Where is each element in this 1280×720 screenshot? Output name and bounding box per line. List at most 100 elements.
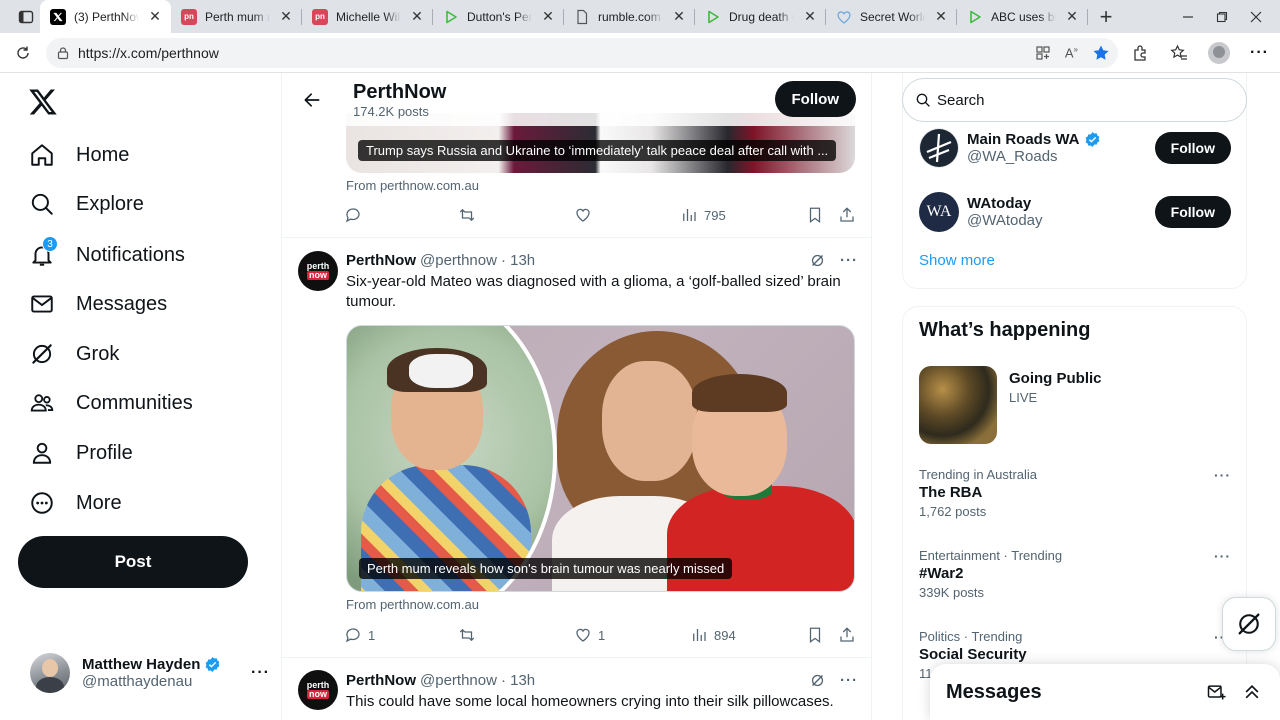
x-logo-icon[interactable] — [28, 87, 58, 117]
nav-home[interactable]: Home — [28, 133, 129, 177]
bookmark-icon[interactable] — [806, 206, 824, 224]
nav-grok[interactable]: Grok — [28, 332, 119, 376]
tab-actions-icon[interactable] — [12, 3, 40, 31]
url-field[interactable]: https://x.com/perthnow A» — [46, 37, 1118, 68]
search-input[interactable]: Search — [902, 78, 1247, 122]
tweet-time[interactable]: · 13h — [501, 672, 535, 689]
browser-tab[interactable]: rumble.com ✕ — [564, 0, 695, 33]
views-chart-icon — [693, 629, 706, 641]
avatar[interactable]: perth now — [298, 670, 338, 710]
nav-more[interactable]: More — [28, 481, 122, 525]
browser-tab[interactable]: Secret World ✕ — [826, 0, 957, 33]
follow-suggestion[interactable]: Main Roads WA @WA_Roads Follow — [919, 126, 1231, 170]
media-caption: Trump says Russia and Ukraine to ‘immedi… — [358, 140, 837, 161]
reply-button[interactable] — [344, 206, 458, 224]
follow-button[interactable]: Follow — [774, 81, 856, 117]
more-icon[interactable]: ··· — [840, 672, 858, 689]
like-button[interactable] — [574, 206, 680, 224]
follow-button[interactable]: Follow — [1154, 132, 1231, 164]
messages-drawer-title: Messages — [946, 680, 1042, 703]
share-icon[interactable] — [838, 626, 856, 644]
new-tab-button[interactable]: + — [1092, 3, 1120, 31]
share-icon[interactable] — [838, 206, 856, 224]
tweet-author-handle[interactable]: @perthnow — [420, 252, 497, 269]
browser-tab[interactable]: pn Michelle Willi ✕ — [302, 0, 433, 33]
more-icon[interactable]: ··· — [251, 664, 270, 682]
tweet-time[interactable]: · 13h — [501, 252, 535, 269]
more-icon[interactable]: ··· — [1214, 548, 1231, 564]
live-event-thumbnail[interactable] — [919, 366, 997, 444]
browser-profile-avatar[interactable] — [1208, 41, 1230, 64]
tweet-author-name[interactable]: PerthNow — [346, 252, 416, 269]
trend-item[interactable]: Trending in Australia The RBA 1,762 post… — [919, 467, 1231, 519]
restore-icon[interactable] — [1216, 11, 1228, 23]
settings-more-icon[interactable]: ··· — [1250, 44, 1269, 62]
grok-icon[interactable] — [809, 252, 826, 269]
new-message-icon[interactable] — [1206, 682, 1226, 702]
refresh-icon[interactable] — [8, 38, 38, 68]
verified-badge-icon — [204, 656, 221, 673]
live-event-title[interactable]: Going Public — [1009, 370, 1102, 387]
nav-notifications[interactable]: 3 Notifications — [28, 233, 185, 277]
messages-drawer[interactable]: Messages — [930, 664, 1280, 720]
browser-tab-perthnow[interactable]: (3) PerthNow ✕ — [40, 0, 171, 33]
favorites-icon[interactable] — [1170, 44, 1188, 62]
tweet-author-handle[interactable]: @perthnow — [420, 672, 497, 689]
tweet-image[interactable]: Perth mum reveals how son's brain tumour… — [346, 325, 855, 592]
browser-tab[interactable]: pn Perth mum re ✕ — [171, 0, 302, 33]
close-icon[interactable]: ✕ — [409, 8, 425, 25]
chevron-up-icon[interactable] — [1242, 682, 1262, 702]
back-arrow-icon[interactable] — [294, 82, 330, 118]
close-icon[interactable]: ✕ — [278, 8, 294, 25]
tweet-author-name[interactable]: PerthNow — [346, 672, 416, 689]
views-button[interactable]: 894 — [690, 626, 794, 644]
browser-tab[interactable]: Dutton's Pert ✕ — [433, 0, 564, 33]
read-aloud-icon[interactable]: A» — [1065, 45, 1078, 60]
close-icon[interactable]: ✕ — [540, 8, 556, 25]
repost-button[interactable] — [458, 206, 574, 224]
grok-icon[interactable] — [809, 672, 826, 689]
reply-count: 1 — [368, 627, 376, 643]
browser-tab[interactable]: Drug death st ✕ — [695, 0, 826, 33]
like-button[interactable]: 1 — [574, 626, 690, 644]
favorite-star-icon[interactable] — [1092, 44, 1110, 62]
link-source[interactable]: From perthnow.com.au — [346, 178, 479, 193]
account-switcher[interactable]: Matthew Hayden @matthaydenau ··· — [30, 651, 270, 695]
play-icon — [705, 9, 721, 25]
trend-item[interactable]: Entertainment · Trending #War2 339K post… — [919, 548, 1231, 600]
close-icon[interactable]: ✕ — [1064, 8, 1080, 25]
person-icon — [28, 439, 56, 467]
nav-profile[interactable]: Profile — [28, 431, 133, 475]
show-more-link[interactable]: Show more — [919, 252, 995, 269]
post-button[interactable]: Post — [18, 536, 248, 588]
more-icon[interactable]: ··· — [1214, 467, 1231, 483]
divider — [282, 237, 871, 238]
communities-icon — [28, 389, 56, 417]
extensions-icon[interactable] — [1132, 44, 1150, 62]
nav-messages[interactable]: Messages — [28, 282, 167, 326]
more-icon[interactable]: ··· — [840, 252, 858, 269]
link-source[interactable]: From perthnow.com.au — [346, 597, 479, 612]
section-title: What’s happening — [919, 319, 1091, 341]
close-icon[interactable]: ✕ — [802, 8, 818, 25]
close-icon[interactable]: ✕ — [147, 8, 163, 25]
close-icon[interactable]: ✕ — [671, 8, 687, 25]
reply-button[interactable]: 1 — [344, 626, 458, 644]
close-window-icon[interactable] — [1250, 11, 1262, 23]
follow-suggestion[interactable]: WA WAtoday @WAtoday Follow — [919, 190, 1231, 234]
nav-explore[interactable]: Explore — [28, 182, 144, 226]
nav-communities[interactable]: Communities — [28, 381, 193, 425]
grok-floating-button[interactable] — [1222, 597, 1276, 651]
tab-label: Drug death st — [729, 9, 794, 24]
tab-label: (3) PerthNow — [74, 9, 139, 24]
avatar[interactable]: perth now — [298, 251, 338, 291]
close-icon[interactable]: ✕ — [933, 8, 949, 25]
views-button[interactable]: 795 — [680, 206, 794, 224]
app-available-icon[interactable] — [1035, 45, 1051, 61]
repost-button[interactable] — [458, 626, 574, 644]
tweet-text: Six-year-old Mateo was diagnosed with a … — [346, 273, 841, 310]
bookmark-icon[interactable] — [806, 626, 824, 644]
follow-button[interactable]: Follow — [1154, 196, 1231, 228]
browser-tab[interactable]: ABC uses bra ✕ — [957, 0, 1088, 33]
minimize-icon[interactable] — [1182, 11, 1194, 23]
